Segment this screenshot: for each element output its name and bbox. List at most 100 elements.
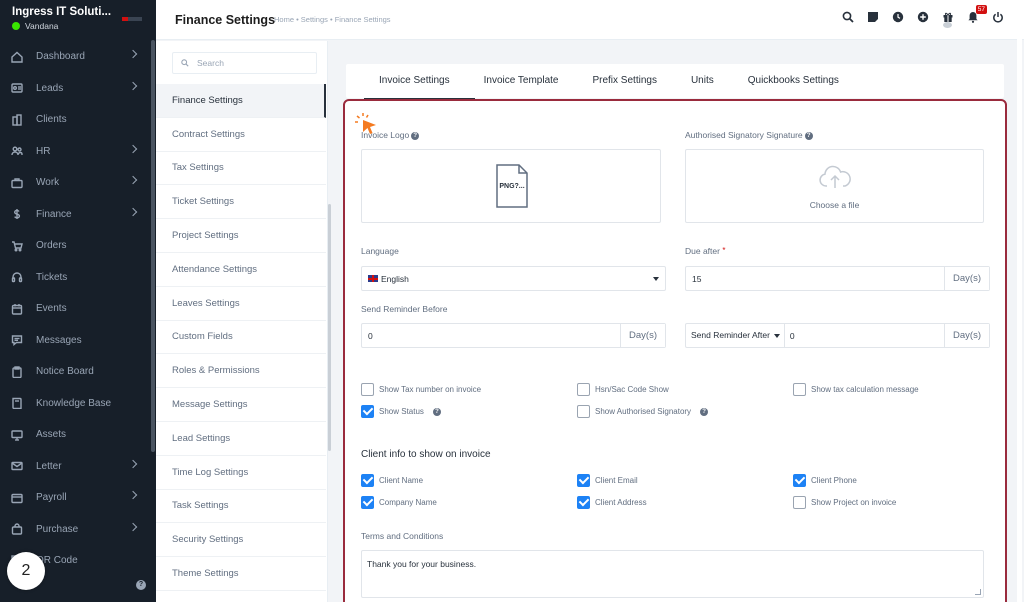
checkbox-unchecked-icon[interactable] [793,496,806,509]
tab-prefix-settings[interactable]: Prefix Settings [575,64,673,98]
language-select[interactable]: English [361,266,666,291]
chevron-right-icon [128,459,138,468]
checkbox-unchecked-icon[interactable] [361,383,374,396]
settings-item-project-settings[interactable]: Project Settings [156,219,326,253]
settings-item-attendance-settings[interactable]: Attendance Settings [156,253,326,287]
signature-dropzone[interactable]: Choose a file [685,149,984,223]
sidebar-item-hr[interactable]: HR [0,136,150,168]
sidebar-item-assets[interactable]: Assets [0,419,150,451]
checkbox-unchecked-icon[interactable] [577,383,590,396]
checkbox-checked-icon[interactable] [361,496,374,509]
settings-item-time-log-settings[interactable]: Time Log Settings [156,456,326,490]
settings-item-finance-settings[interactable]: Finance Settings [156,84,326,118]
sidebar-item-leads[interactable]: Leads [0,73,150,105]
settings-item-security-settings[interactable]: Security Settings [156,523,326,558]
invoice-settings-form: Invoice Logo? PNG?... Authorised Signato… [343,99,1007,602]
settings-item-custom-fields[interactable]: Custom Fields [156,321,326,355]
checkbox-unchecked-icon[interactable] [793,383,806,396]
chevron-right-icon [128,522,138,531]
checkbox-show-authorised-signatory[interactable]: Show Authorised Signatory? [577,405,709,418]
checkbox-hsn-sac-code-show[interactable]: Hsn/Sac Code Show [577,383,669,396]
help-icon: ? [804,131,813,140]
sidebar-toggle-icon[interactable] [122,17,142,21]
sidebar-item-orders[interactable]: Orders [0,230,150,262]
power-icon[interactable] [991,10,1004,23]
send-reminder-before-input[interactable]: 0 Day(s) [361,323,666,348]
sidebar-item-label: Clients [36,114,67,126]
uk-flag-icon [368,275,378,282]
page-scrollbar[interactable] [1017,0,1022,602]
brand-area[interactable]: Ingress IT Soluti... Vandana [0,0,156,40]
settings-item-lead-settings[interactable]: Lead Settings [156,422,326,456]
sidebar-item-label: Work [36,177,60,189]
language-value: English [381,273,409,284]
sidebar-item-tickets[interactable]: Tickets [0,262,150,294]
invoice-logo-dropzone[interactable]: PNG?... [361,149,661,223]
checkbox-client-address[interactable]: Client Address [577,496,647,509]
settings-search-input[interactable]: Search [172,52,317,74]
checkbox-checked-icon[interactable] [793,474,806,487]
sidebar-item-letter[interactable]: Letter [0,451,150,483]
sidebar-item-purchase[interactable]: Purchase [0,514,150,546]
page-title: Finance Settings [175,13,276,27]
settings-item-leaves-settings[interactable]: Leaves Settings [156,287,326,321]
briefcase-icon [10,176,24,190]
tab-units[interactable]: Units [674,64,731,98]
clock-icon[interactable] [891,10,904,23]
monitor-icon [10,428,24,442]
sidebar-item-knowledge-base[interactable]: Knowledge Base [0,388,150,420]
checkbox-client-email[interactable]: Client Email [577,474,638,487]
checkbox-show-project-on-invoice[interactable]: Show Project on invoice [793,496,896,509]
resize-handle-icon[interactable] [975,589,981,595]
settings-item-contract-settings[interactable]: Contract Settings [156,118,326,152]
sidebar-item-notice-board[interactable]: Notice Board [0,356,150,388]
checkbox-checked-icon[interactable] [361,474,374,487]
notification-bell-icon[interactable]: 57 [966,5,987,23]
sidebar-scrollbar[interactable] [151,40,155,452]
book-icon [10,396,24,410]
checkbox-show-tax-calculation-message[interactable]: Show tax calculation message [793,383,919,396]
settings-tabs: Invoice Settings Invoice Template Prefix S… [346,64,1004,100]
settings-item-roles-permissions[interactable]: Roles & Permissions [156,354,326,389]
checkbox-label: Show Status [379,407,424,416]
checkbox-company-name[interactable]: Company Name [361,496,437,509]
send-reminder-after-value[interactable]: 0 [785,331,795,341]
tab-invoice-template[interactable]: Invoice Template [467,64,576,98]
settings-item-message-settings[interactable]: Message Settings [156,388,326,422]
checkbox-checked-icon[interactable] [577,474,590,487]
checkbox-label: Client Name [379,476,424,485]
sidebar-item-messages[interactable]: Messages [0,325,150,357]
sticky-note-icon[interactable] [866,10,879,23]
sidebar-item-events[interactable]: Events [0,293,150,325]
checkbox-label: Show Project on invoice [811,498,897,507]
checkbox-unchecked-icon[interactable] [577,405,590,418]
checkbox-client-phone[interactable]: Client Phone [793,474,857,487]
settings-item-task-settings[interactable]: Task Settings [156,490,326,524]
help-icon: ? [432,407,441,416]
send-reminder-after-select[interactable]: Send Reminder After [686,324,785,347]
checkbox-client-name[interactable]: Client Name [361,474,423,487]
checkbox-show-tax-number-on-invoice[interactable]: Show Tax number on invoice [361,383,481,396]
checkbox-checked-icon[interactable] [361,405,374,418]
checkbox-checked-icon[interactable] [577,496,590,509]
sidebar-item-dashboard[interactable]: Dashboard [0,41,150,73]
settings-item-tax-settings[interactable]: Tax Settings [156,152,326,186]
terms-textarea[interactable]: Thank you for your business. [361,550,984,598]
settings-item-ticket-settings[interactable]: Ticket Settings [156,185,326,220]
tab-quickbooks-settings[interactable]: Quickbooks Settings [731,64,856,98]
search-icon[interactable] [841,10,854,23]
sidebar-item-label: Letter [36,460,62,472]
sidebar-item-work[interactable]: Work [0,167,150,199]
gift-icon[interactable] [941,10,954,28]
help-icon[interactable]: ? [136,580,146,590]
sidebar-item-finance[interactable]: Finance [0,199,150,231]
add-icon[interactable] [916,10,929,23]
due-after-input[interactable]: 15 Day(s) [685,266,990,291]
settings-list: Finance Settings Contract Settings Tax Set… [156,84,326,591]
settings-menu-scrollbar[interactable] [328,204,331,451]
tab-invoice-settings[interactable]: Invoice Settings [346,64,475,100]
sidebar-item-clients[interactable]: Clients [0,104,150,136]
sidebar-item-payroll[interactable]: Payroll [0,482,150,514]
settings-item-theme-settings[interactable]: Theme Settings [156,557,326,591]
checkbox-show-status[interactable]: Show Status? [361,405,441,418]
